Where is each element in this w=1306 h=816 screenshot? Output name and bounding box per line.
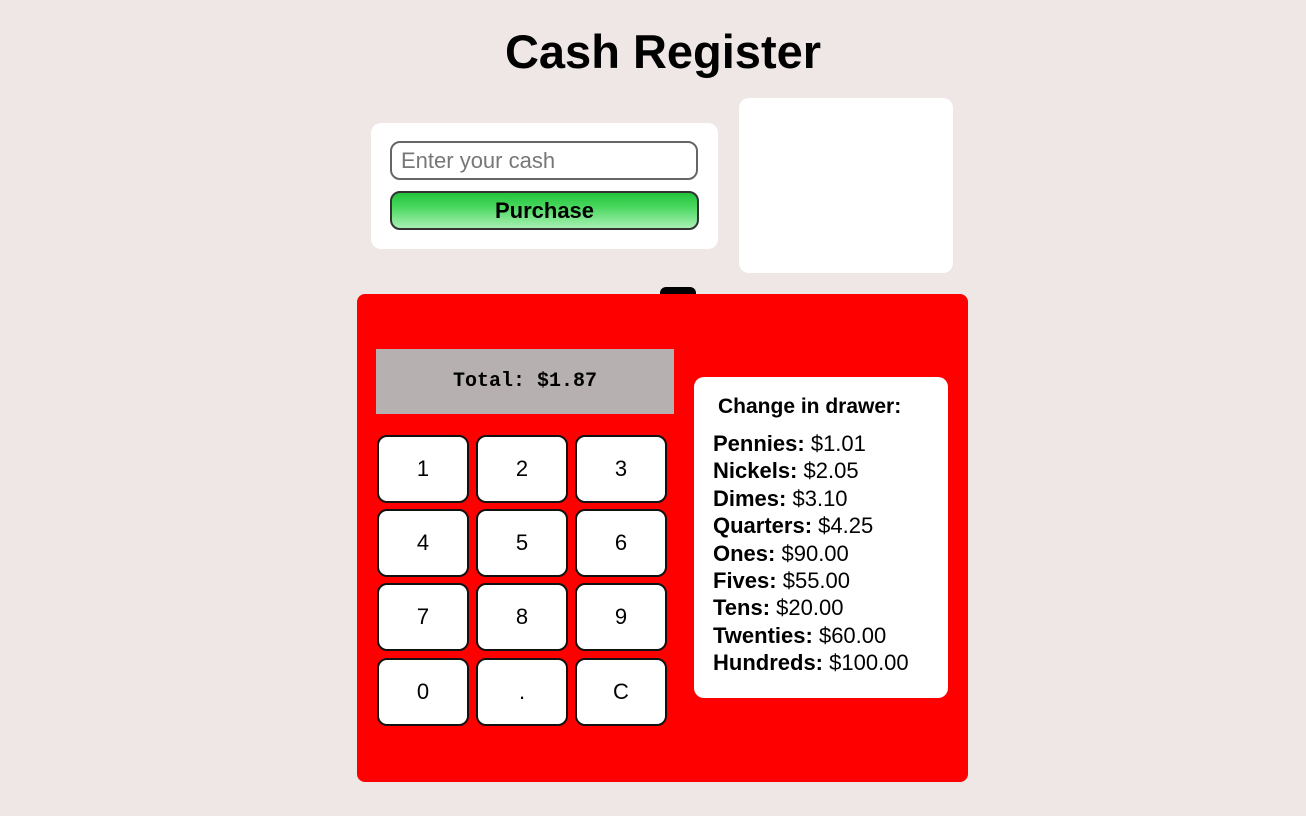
page-title: Cash Register — [504, 25, 822, 78]
denomination-amount: $4.25 — [818, 513, 874, 539]
cash-input[interactable] — [390, 141, 698, 180]
drawer-title: Change in drawer: — [718, 395, 902, 418]
denomination-amount: $100.00 — [829, 650, 909, 676]
key-2[interactable]: 2 — [476, 435, 568, 503]
denomination-label: Tens: — [713, 595, 771, 621]
key-decimal[interactable]: . — [476, 658, 568, 726]
key-5[interactable]: 5 — [476, 509, 568, 577]
page: Cash Register Purchase Total: $1.87 1 2 … — [0, 0, 1306, 816]
denomination-label: Fives: — [713, 568, 777, 594]
change-in-drawer-panel: Change in drawer: Pennies: $1.01 Nickels… — [694, 377, 948, 698]
drawer-row-tens: Tens: $20.00 — [713, 594, 948, 621]
drawer-row-nickels: Nickels: $2.05 — [713, 457, 948, 484]
denomination-amount: $2.05 — [803, 458, 859, 484]
drawer-row-quarters: Quarters: $4.25 — [713, 512, 948, 539]
drawer-row-hundreds: Hundreds: $100.00 — [713, 649, 948, 676]
denomination-label: Dimes: — [713, 485, 787, 511]
drawer-list: Pennies: $1.01 Nickels: $2.05 Dimes: $3.… — [713, 430, 948, 677]
denomination-amount: $1.01 — [810, 431, 866, 456]
drawer-row-fives: Fives: $55.00 — [713, 567, 948, 594]
key-6[interactable]: 6 — [575, 509, 667, 577]
key-clear[interactable]: C — [575, 658, 667, 726]
denomination-label: Pennies: — [713, 431, 805, 456]
denomination-label: Ones: — [713, 540, 776, 566]
drawer-row-dimes: Dimes: $3.10 — [713, 485, 948, 512]
cash-register-body: Total: $1.87 1 2 3 4 5 6 7 8 9 0 . C Cha… — [357, 294, 968, 782]
purchase-panel: Purchase — [371, 123, 718, 249]
denomination-amount: $60.00 — [818, 622, 887, 648]
key-4[interactable]: 4 — [377, 509, 469, 577]
denomination-label: Quarters: — [713, 513, 813, 539]
key-0[interactable]: 0 — [377, 658, 469, 726]
key-9[interactable]: 9 — [575, 583, 667, 651]
denomination-label: Nickels: — [713, 458, 798, 484]
keypad: 1 2 3 4 5 6 7 8 9 0 . C — [377, 435, 674, 728]
denomination-amount: $55.00 — [782, 568, 851, 594]
drawer-row-twenties: Twenties: $60.00 — [713, 622, 948, 649]
drawer-row-pennies: Pennies: $1.01 — [713, 430, 948, 457]
key-7[interactable]: 7 — [377, 583, 469, 651]
denomination-label: Hundreds: — [713, 650, 823, 676]
denomination-label: Twenties: — [713, 622, 813, 648]
change-due-display — [739, 98, 953, 273]
denomination-amount: $90.00 — [781, 540, 849, 566]
denomination-amount: $3.10 — [792, 485, 848, 511]
drawer-row-ones: Ones: $90.00 — [713, 540, 948, 567]
denomination-amount: $20.00 — [776, 595, 844, 621]
key-3[interactable]: 3 — [575, 435, 667, 503]
key-1[interactable]: 1 — [377, 435, 469, 503]
key-8[interactable]: 8 — [476, 583, 568, 651]
total-display: Total: $1.87 — [376, 349, 674, 414]
purchase-button[interactable]: Purchase — [390, 191, 699, 230]
